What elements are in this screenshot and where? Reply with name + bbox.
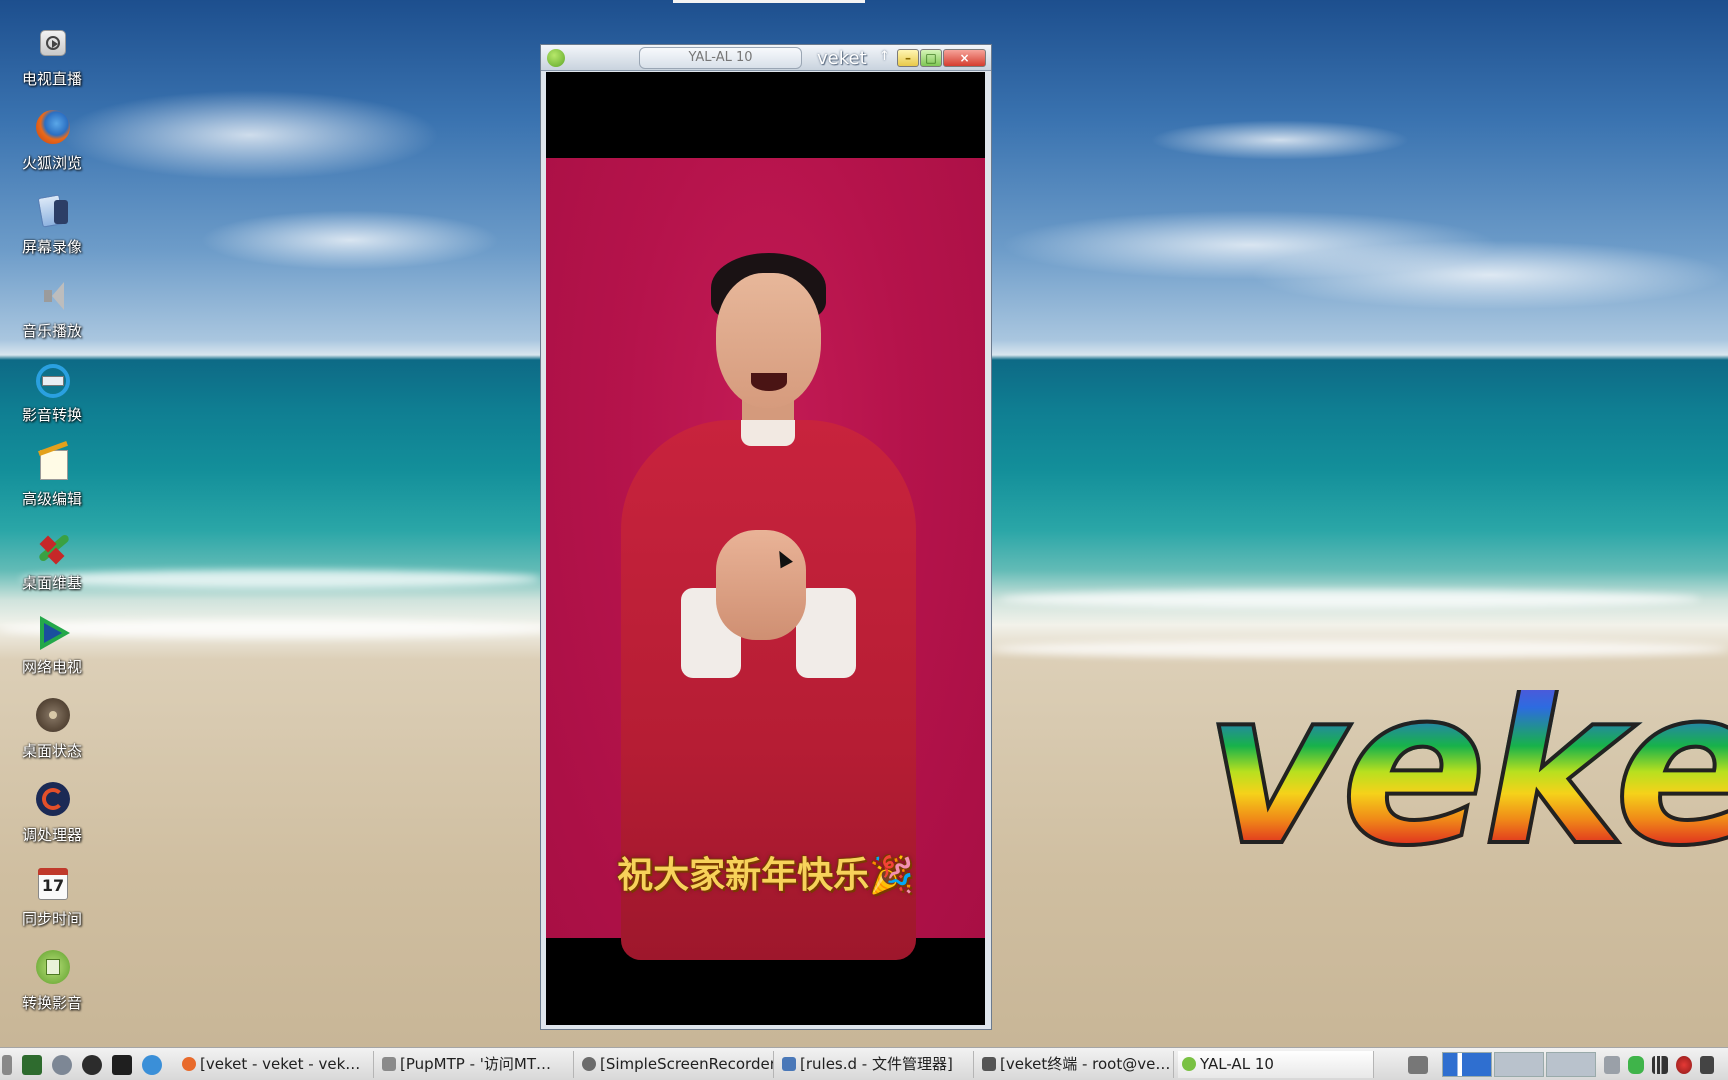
sync-time-icon: 17 (32, 866, 72, 906)
video-caption: 祝大家新年快乐🎉 (617, 855, 914, 896)
desktop-icon-tv-live[interactable]: 电视直播 (6, 26, 98, 104)
desktop-icon-label: 电视直播 (21, 70, 82, 88)
window-titlebar[interactable]: YAL-AL 10 veket ↑ – □ × (541, 45, 991, 71)
taskbar-task[interactable]: [PupMTP - '访问MT… (378, 1051, 574, 1078)
workspace-pager-1[interactable] (1442, 1052, 1492, 1077)
terminal-icon[interactable] (112, 1055, 132, 1075)
close-button[interactable]: × (943, 49, 986, 67)
desktop-icon-convert-media[interactable]: 转换影音 (6, 950, 98, 1028)
settings-icon[interactable] (52, 1055, 72, 1075)
taskbar: [veket - veket - vek… [PupMTP - '访问MT… [… (0, 1047, 1728, 1080)
workspace-pager-2[interactable] (1494, 1052, 1544, 1077)
maximize-button[interactable]: □ (920, 49, 942, 67)
taskbar-task[interactable]: [rules.d - 文件管理器] (778, 1051, 974, 1078)
tv-live-icon (32, 26, 72, 66)
clipboard-icon[interactable] (1700, 1056, 1714, 1074)
desktop-icon-sync-time[interactable]: 17 同步时间 (6, 866, 98, 944)
desktop-icon-editor[interactable]: 高级编辑 (6, 441, 98, 524)
desktop-icon-label: 火狐浏览 (21, 154, 82, 172)
convert-media-icon (32, 950, 72, 990)
cpu-tuner-icon (32, 782, 72, 822)
keyboard-icon[interactable] (1604, 1056, 1620, 1074)
system-monitor-icon[interactable] (22, 1055, 42, 1075)
desktop-icon-screen-record[interactable]: 屏幕录像 (6, 194, 98, 272)
minimize-icon: – (905, 51, 911, 65)
desktop-icon-network-tv[interactable]: 网络电视 (6, 614, 98, 692)
firefox-icon (32, 110, 72, 150)
app-window[interactable]: YAL-AL 10 veket ↑ – □ × 祝大家新年快乐🎉 (540, 44, 992, 1030)
maximize-icon: □ (925, 51, 937, 65)
android-app-icon[interactable] (547, 49, 565, 67)
desktop-icon-firefox[interactable]: 火狐浏览 (6, 110, 98, 188)
desktop-status-icon (32, 698, 72, 738)
desktop-icon-media-convert[interactable]: 影音转换 (6, 362, 98, 440)
top-panel-strip (673, 0, 865, 3)
minimize-button[interactable]: – (897, 49, 919, 67)
shade-arrow-icon[interactable]: ↑ (879, 49, 890, 64)
desktop-icon-label: 高级编辑 (21, 490, 82, 508)
taskbar-task[interactable]: [veket终端 - root@ve… (978, 1051, 1174, 1078)
veket-logo: veket (1195, 690, 1728, 910)
taskbar-task[interactable]: [veket - veket - vek… (178, 1051, 374, 1078)
desktop-icon-label: 转换影音 (21, 994, 82, 1012)
desktop-icon-label: 网络电视 (21, 658, 82, 676)
desktop-icon-label: 桌面状态 (21, 742, 82, 760)
music-player-icon (32, 278, 72, 318)
file-manager-icon (782, 1057, 796, 1071)
network-signal-icon[interactable] (1652, 1056, 1668, 1074)
screenshot-icon[interactable] (1408, 1056, 1428, 1074)
desktop-icon-status[interactable]: 桌面状态 (6, 698, 98, 776)
desktop-wiki-icon (32, 530, 72, 570)
android-icon (1182, 1057, 1196, 1071)
figure-collar (741, 420, 795, 446)
workspace-pager-3[interactable] (1546, 1052, 1596, 1077)
record-icon[interactable] (1676, 1056, 1692, 1074)
text-editor-icon (32, 441, 72, 486)
window-title: veket (817, 48, 867, 69)
pupmtp-icon (382, 1057, 396, 1071)
video-frame[interactable]: 祝大家新年快乐🎉 (546, 158, 985, 960)
media-convert-icon (32, 362, 72, 402)
window-tab[interactable]: YAL-AL 10 (639, 47, 802, 69)
desktop-icon-label: 音乐播放 (21, 322, 82, 340)
desktop-icon-wiki[interactable]: 桌面维基 (6, 530, 98, 608)
storage-icon[interactable] (1628, 1056, 1644, 1074)
firefox-icon (182, 1057, 196, 1071)
taskbar-task[interactable]: [SimpleScreenRecorder] (578, 1051, 774, 1078)
browser-globe-icon[interactable] (142, 1055, 162, 1075)
desktop-icon-label: 同步时间 (21, 910, 82, 928)
taskbar-task-active[interactable]: YAL-AL 10 (1178, 1051, 1374, 1078)
screen-record-icon (32, 194, 72, 234)
menu-icon[interactable] (2, 1055, 12, 1075)
terminal-icon (982, 1057, 996, 1071)
desktop-icon-label: 桌面维基 (21, 574, 82, 592)
desktop-icon-label: 影音转换 (21, 406, 82, 424)
desktop-icon-label: 调处理器 (21, 826, 82, 844)
desktop-icon-music[interactable]: 音乐播放 (6, 278, 98, 356)
media-player-icon[interactable] (82, 1055, 102, 1075)
figure-hands (716, 530, 806, 640)
desktop-icon-cpu-tuner[interactable]: 调处理器 (6, 782, 98, 860)
veket-logo-text: veket (1203, 690, 1728, 877)
desktop-icon-label: 屏幕录像 (21, 238, 82, 256)
close-icon: × (959, 51, 970, 65)
calendar-day: 17 (41, 876, 65, 895)
phone-screen-mirror[interactable]: 祝大家新年快乐🎉 (546, 72, 985, 1025)
network-tv-icon (32, 614, 72, 654)
screen-recorder-icon (582, 1057, 596, 1071)
